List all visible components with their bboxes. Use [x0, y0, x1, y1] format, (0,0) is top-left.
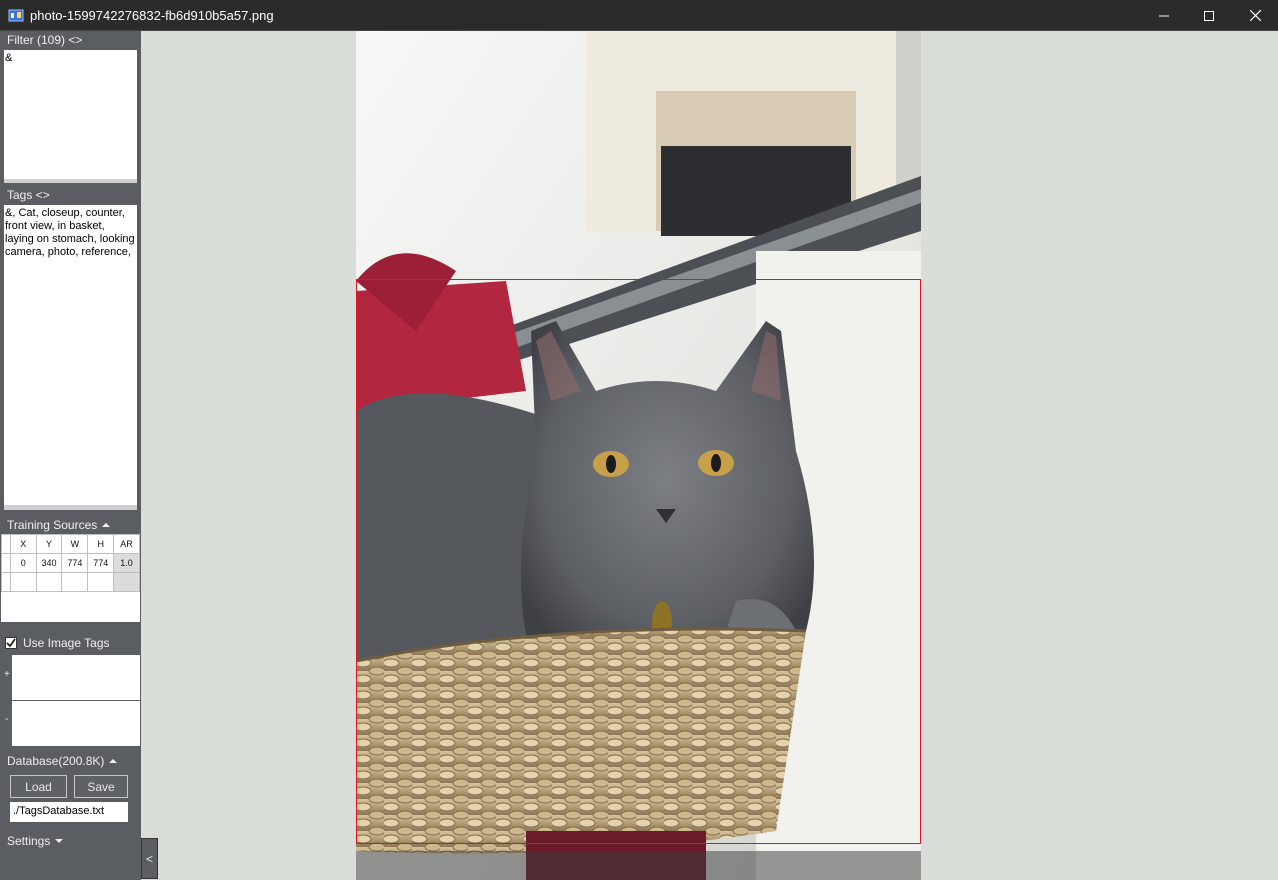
cell-h-new[interactable] [87, 572, 115, 592]
tags-label[interactable]: Tags <> [7, 188, 50, 202]
filter-input[interactable]: & [4, 50, 137, 179]
minimize-button[interactable] [1141, 0, 1187, 31]
settings-header[interactable]: Settings [7, 834, 64, 848]
checkmark-icon [6, 638, 16, 648]
filter-label[interactable]: Filter (109) <> [7, 33, 82, 47]
load-button[interactable]: Load [10, 775, 67, 798]
include-tags-input[interactable] [12, 655, 140, 700]
cell-ar-new[interactable] [113, 572, 140, 592]
column-header-w[interactable]: W [61, 534, 89, 554]
column-header-y[interactable]: Y [35, 534, 63, 554]
title-bar: photo-1599742276832-fb6d910b5a57.png [0, 0, 1278, 31]
maximize-icon [1204, 10, 1214, 21]
save-button[interactable]: Save [74, 775, 128, 798]
column-header-ar[interactable]: AR [113, 534, 140, 554]
maximize-button[interactable] [1186, 0, 1232, 31]
caret-up-icon [109, 759, 118, 763]
database-header[interactable]: Database(200.8K) [7, 754, 118, 768]
cell-w-new[interactable] [61, 572, 89, 592]
database-path-input[interactable]: ./TagsDatabase.txt [10, 802, 128, 822]
close-icon [1249, 10, 1261, 21]
training-sources-label: Training Sources [7, 518, 98, 532]
cell-y[interactable]: 340 [35, 553, 63, 573]
filter-resize-handle[interactable] [4, 179, 137, 183]
cell-h[interactable]: 774 [87, 553, 115, 573]
use-image-tags-label[interactable]: Use Image Tags [23, 636, 110, 650]
caret-up-icon [102, 523, 111, 527]
use-image-tags-checkbox[interactable] [5, 637, 17, 649]
column-header-x[interactable]: X [9, 534, 37, 554]
app-icon [8, 9, 24, 22]
table-row-new[interactable] [1, 572, 140, 592]
cell-x[interactable]: 0 [9, 553, 37, 573]
tags-resize-handle[interactable] [4, 505, 137, 510]
database-label: Database(200.8K) [7, 754, 105, 768]
table-row[interactable]: 0 340 774 774 1.0 [1, 553, 140, 573]
training-sources-header[interactable]: Training Sources [7, 518, 111, 532]
collapse-sidebar-button[interactable]: < [141, 838, 158, 879]
settings-label: Settings [7, 834, 51, 848]
cell-w[interactable]: 774 [61, 553, 89, 573]
row-header-cell [1, 534, 11, 554]
plus-tags-label: + [4, 669, 10, 680]
minus-tags-label: - [5, 714, 9, 725]
window-title: photo-1599742276832-fb6d910b5a57.png [30, 8, 274, 23]
close-button[interactable] [1232, 0, 1278, 31]
cell-y-new[interactable] [35, 572, 63, 592]
cell-x-new[interactable] [9, 572, 37, 592]
row-header-cell[interactable] [1, 572, 11, 592]
training-source-selection[interactable] [356, 279, 921, 844]
cell-ar[interactable]: 1.0 [113, 553, 140, 573]
caret-down-icon [55, 839, 64, 843]
row-header-cell[interactable] [1, 553, 11, 573]
training-sources-grid[interactable]: X Y W H AR 0 340 774 774 1.0 [1, 534, 140, 622]
minimize-icon [1159, 15, 1169, 16]
exclude-tags-input[interactable] [12, 701, 140, 746]
column-header-h[interactable]: H [87, 534, 115, 554]
tags-input[interactable]: &, Cat, closeup, counter, front view, in… [4, 205, 137, 505]
